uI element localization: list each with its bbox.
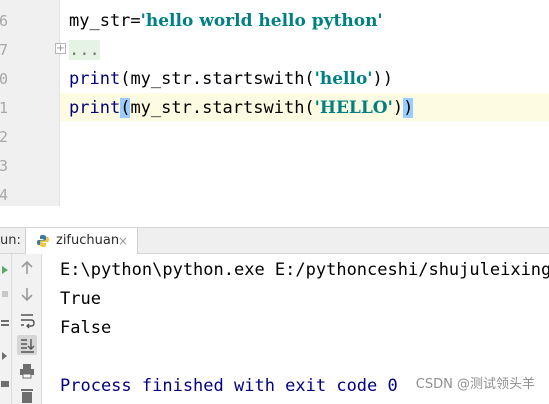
code-builtin: print [69, 69, 121, 89]
code-line-3[interactable]: print(my_str.startswith('hello')) [69, 65, 393, 93]
scroll-down-icon[interactable] [17, 284, 37, 304]
soft-wrap-icon[interactable] [17, 310, 37, 330]
code-line-4[interactable]: print(my_str.startswith('HELLO')) [69, 94, 414, 122]
brace-match-close: ) [403, 98, 414, 118]
python-icon [37, 235, 49, 247]
run-tab-zifuchuan[interactable]: zifuchuan × [25, 228, 138, 254]
console-toolbar [12, 254, 42, 404]
code-call: my_str.startswith( [130, 69, 315, 89]
run-tool-window-header: un: zifuchuan × [0, 227, 549, 254]
line-number: 0 [0, 70, 8, 88]
run-tab-label: zifuchuan [56, 233, 120, 248]
line-number: 2 [0, 128, 8, 146]
console-output-line: False [60, 318, 112, 338]
line-number: 4 [0, 186, 8, 204]
code-string: 'HELLO' [314, 98, 393, 118]
console-exit-message: Process finished with exit code 0 [60, 376, 398, 396]
trash-icon[interactable] [17, 385, 37, 404]
console-command-line: E:\python\python.exe E:/pythonceshi/shuj… [60, 260, 549, 280]
side-action-strip [0, 254, 12, 404]
folded-code-placeholder[interactable]: ... [69, 40, 100, 60]
code-paren: ( [120, 69, 131, 89]
code-call: my_str.startswith( [130, 98, 315, 118]
code-line-2[interactable]: ... [69, 36, 100, 64]
stop-icon[interactable] [0, 288, 10, 300]
line-number-gutter: 6 7 0 1 2 3 4 [0, 0, 59, 206]
close-icon[interactable]: × [118, 228, 128, 254]
line-number: 1 [0, 99, 8, 117]
code-string: 'hello world hello python' [140, 11, 383, 31]
code-editor[interactable]: 6 7 0 1 2 3 4 + my_str='hello world hell… [0, 0, 549, 206]
line-number: 7 [0, 41, 8, 59]
settings-icon[interactable] [0, 378, 10, 390]
pin-icon[interactable] [0, 350, 10, 362]
code-builtin: print [69, 98, 121, 118]
code-string: 'hello' [314, 69, 373, 89]
line-number: 3 [0, 157, 8, 175]
layout-icon[interactable] [0, 318, 10, 330]
code-paren: )) [372, 69, 393, 89]
watermark: CSDN @测试领头羊 [415, 377, 535, 392]
code-line-1[interactable]: my_str='hello world hello python' [69, 7, 383, 35]
code-paren: ) [392, 98, 404, 118]
rerun-icon[interactable] [0, 264, 10, 276]
line-number: 6 [0, 12, 8, 30]
run-label: un: [0, 233, 21, 248]
console-output-line: True [60, 289, 101, 309]
scroll-to-end-icon[interactable] [17, 335, 37, 355]
brace-match-open: ( [120, 98, 131, 118]
scroll-up-icon[interactable] [17, 258, 37, 278]
code-identifier: my_str= [69, 11, 141, 31]
print-icon[interactable] [17, 361, 37, 381]
expand-fold-icon[interactable]: + [55, 43, 66, 54]
